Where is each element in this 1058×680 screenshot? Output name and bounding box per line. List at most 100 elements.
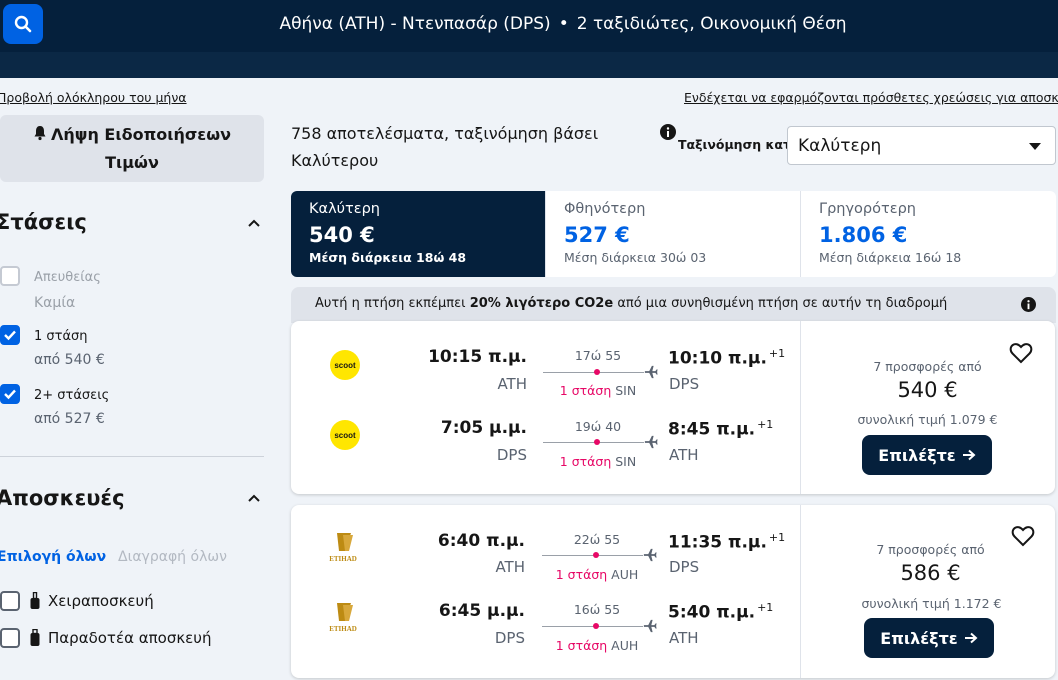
stop-one-label: 1 στάση	[34, 329, 88, 344]
arrival-time-text: 5:40 π.μ.	[668, 602, 756, 623]
plane-icon	[644, 365, 658, 379]
info-icon[interactable]	[660, 124, 676, 140]
stops-info: 1 στάση AUH	[542, 567, 652, 582]
scoot-logo-icon: scoot	[330, 420, 360, 450]
etihad-logo-icon: ETIHAD	[329, 603, 357, 633]
svg-text:scoot: scoot	[334, 431, 356, 440]
arrival-airport: ATH	[669, 629, 699, 647]
results-summary: 758 αποτελέσματα, ταξινόμηση βάσει Καλύτ…	[291, 120, 611, 174]
tab-price: 527 €	[564, 223, 630, 247]
search-summary[interactable]: Αθήνα (ATH) - Ντενπασάρ (DPS) • 2 ταξιδιώτ…	[0, 14, 1058, 34]
eco-highlight: 20% λιγότερο CO2e	[469, 296, 614, 311]
checkbox-direct[interactable]	[0, 266, 20, 286]
stop-direct-label: Απευθείας	[34, 270, 101, 285]
arrival-airport: ATH	[669, 446, 699, 464]
extra-fees-link[interactable]: Ενδέχεται να εφαρμόζονται πρόσθετες χρεώ…	[684, 90, 1058, 105]
departure-time: 6:40 π.μ.	[437, 531, 525, 551]
stops-count: 1 στάση	[555, 567, 608, 582]
departure-airport: DPS	[494, 629, 525, 647]
arrival-time: 8:45 π.μ. +1	[668, 418, 773, 440]
cabin-bag-label: Χειραποσκευή	[48, 592, 154, 610]
select-button-label: Επιλέξτε	[878, 445, 956, 465]
stop-airport: AUH	[611, 638, 639, 653]
tab-label: Καλύτερη	[309, 201, 380, 217]
tab-duration: Μέση διάρκεια 30ώ 03	[564, 250, 782, 265]
flight-duration: 17ώ 55	[574, 348, 622, 363]
price-alert-label-2: Τιμών	[105, 153, 159, 172]
stop-dot	[594, 439, 600, 445]
filter-divider	[0, 456, 264, 457]
top-header: Αθήνα (ATH) - Ντενπασάρ (DPS) • 2 ταξιδιώτ…	[0, 0, 1058, 52]
arrival-time-text: 10:10 π.μ.	[668, 348, 767, 369]
svg-text:ETIHAD: ETIHAD	[329, 625, 357, 633]
select-flight-button[interactable]: Επιλέξτε	[862, 435, 992, 475]
cabin-bag-icon	[30, 592, 40, 609]
total-price: συνολική τιμή 1.079 €	[857, 412, 998, 427]
select-flight-button[interactable]: Επιλέξτε	[864, 618, 994, 658]
departure-time: 10:15 π.μ.	[428, 347, 527, 367]
flight-card[interactable]: scoot 10:15 π.μ. ATH 17ώ 55 1 στάση SIN …	[291, 321, 1055, 494]
departure-airport: ATH	[497, 375, 527, 393]
checkbox-one-stop[interactable]	[0, 325, 20, 345]
chevron-up-icon[interactable]	[246, 215, 262, 231]
scoot-logo-icon: scoot	[330, 350, 360, 380]
departure-time: 6:45 μ.μ.	[438, 601, 525, 621]
sort-select[interactable]: Καλύτερη	[787, 126, 1056, 165]
arrow-right-icon	[964, 632, 978, 644]
stops-info: 1 στάση AUH	[542, 638, 652, 653]
chevron-up-icon[interactable]	[246, 490, 262, 506]
tab-label: Φθηνότερη	[564, 201, 646, 217]
stop-one-sub: από 540 €	[34, 352, 105, 368]
sort-value: Καλύτερη	[798, 135, 882, 156]
bag-filter-cabin[interactable]: Χειραποσκευή	[0, 590, 154, 612]
arrival-airport: DPS	[669, 558, 700, 576]
checkbox-two-stops[interactable]	[0, 384, 20, 404]
tab-duration-prefix: Μέση διάρκεια	[564, 250, 657, 265]
tab-fastest[interactable]: Γρηγορότερη 1.806 € Μέση διάρκεια 16ώ 18	[801, 191, 1056, 277]
select-all-link[interactable]: Επιλογή όλων	[0, 549, 106, 565]
card-separator	[800, 321, 801, 494]
flight-duration: 22ώ 55	[573, 532, 621, 547]
arrival-time-text: 11:35 π.μ.	[668, 532, 767, 553]
sort-label: Ταξινόμηση κατά	[678, 137, 800, 152]
travelers-text: 2 ταξιδιώτες, Οικονομική Θέση	[576, 14, 847, 34]
stops-count: 1 στάση	[559, 383, 612, 398]
tab-label: Γρηγορότερη	[819, 201, 916, 217]
route-text: Αθήνα (ATH) - Ντενπασάρ (DPS)	[279, 14, 551, 34]
day-offset: +1	[757, 418, 774, 431]
departure-airport: ATH	[495, 558, 525, 576]
tab-cheapest[interactable]: Φθηνότερη 527 € Μέση διάρκεια 30ώ 03	[546, 191, 801, 277]
plane-icon	[644, 435, 658, 449]
checkbox-cabin-bag[interactable]	[0, 591, 20, 611]
svg-text:ETIHAD: ETIHAD	[329, 555, 357, 563]
tab-duration-prefix: Μέση διάρκεια	[309, 250, 412, 265]
eco-prefix: Αυτή η πτήση εκπέμπει	[315, 296, 466, 311]
stops-info: 1 στάση SIN	[543, 454, 653, 469]
stops-count: 1 στάση	[559, 454, 612, 469]
tab-price: 540 €	[309, 223, 375, 247]
arrival-time: 5:40 π.μ. +1	[668, 601, 773, 623]
flight-card[interactable]: ETIHAD 6:40 π.μ. ATH 22ώ 55 1 στάση AUH …	[291, 505, 1055, 678]
stop-two-sub: από 527 €	[34, 411, 105, 427]
checkbox-checked-bag[interactable]	[0, 628, 20, 648]
arrival-time: 10:10 π.μ. +1	[668, 347, 785, 369]
stops-info: 1 στάση SIN	[543, 383, 653, 398]
tab-duration: Μέση διάρκεια 16ώ 18	[819, 250, 1038, 265]
info-icon[interactable]	[1021, 297, 1036, 312]
flight-price: 540 €	[897, 378, 958, 402]
arrival-time: 11:35 π.μ. +1	[668, 531, 785, 553]
clear-all-link[interactable]: Διαγραφή όλων	[118, 549, 227, 565]
eco-banner: Αυτή η πτήση εκπέμπει 20% λιγότερο CO2e …	[291, 287, 1056, 323]
tab-price: 1.806 €	[819, 223, 908, 247]
arrival-time-text: 8:45 π.μ.	[668, 419, 756, 440]
bag-filter-checked[interactable]: Παραδοτέα αποσκευή	[0, 627, 211, 649]
plane-icon	[643, 619, 657, 633]
whole-month-link[interactable]: Προβολή ολόκληρου του μήνα	[0, 90, 187, 105]
tab-best[interactable]: Καλύτερη 540 € Μέση διάρκεια 18ώ 48	[291, 191, 546, 277]
stop-dot	[593, 552, 599, 558]
stops-count: 1 στάση	[555, 638, 608, 653]
stop-dot	[593, 623, 599, 629]
stop-two-label: 2+ στάσεις	[34, 388, 110, 403]
price-alert-button[interactable]: Λήψη Ειδοποιήσεων Τιμών	[0, 115, 264, 182]
day-offset: +1	[768, 531, 786, 544]
